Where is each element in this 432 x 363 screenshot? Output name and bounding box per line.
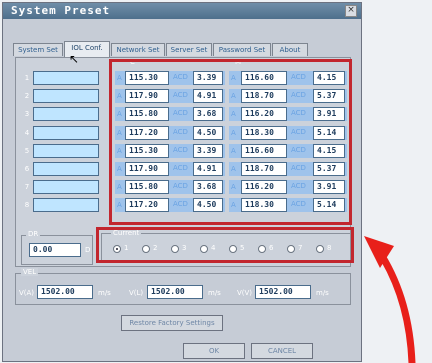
dr-unit: D [85,246,91,254]
lens-name-input[interactable] [33,107,99,121]
mouse-pointer-icon: ↖ [69,52,80,66]
dr-input[interactable]: 0.00 [29,243,81,257]
title-bar: System Preset × [3,3,361,19]
lens-name-input[interactable] [33,144,99,158]
va-input[interactable]: 1502.00 [37,285,93,299]
lens-name-input[interactable] [33,126,99,140]
row-number: 8 [24,201,30,209]
vv-unit: m/s [316,289,329,297]
dr-label: DR [26,230,41,238]
lens-name-input[interactable] [33,162,99,176]
vl-unit: m/s [208,289,221,297]
row-number: 2 [24,92,30,100]
vv-input[interactable]: 1502.00 [255,285,311,299]
system-preset-dialog: System Preset × System Set IOL Conf. Net… [2,2,362,362]
cancel-button[interactable]: CANCEL [251,343,313,359]
vl-label: V(L) [129,289,144,297]
tab-network-set[interactable]: Network Set [111,43,165,56]
tab-system-set[interactable]: System Set [13,43,63,56]
vv-label: V(V) [237,289,253,297]
highlight-box-table [109,59,352,225]
lens-name-input[interactable] [33,89,99,103]
ok-button[interactable]: OK [183,343,245,359]
restore-factory-button[interactable]: Restore Factory Settings [121,315,223,331]
row-number: 6 [24,165,30,173]
annotation-arrow-icon [364,236,416,363]
va-unit: m/s [98,289,111,297]
highlight-box-current [96,227,354,263]
row-number: 5 [24,147,30,155]
row-number: 4 [24,129,30,137]
lens-name-input[interactable] [33,180,99,194]
vel-label: VEL [21,268,39,276]
tab-about[interactable]: About [272,43,308,56]
lens-name-input[interactable] [33,198,99,212]
row-number: 1 [24,74,30,82]
va-label: V(A) [19,289,35,297]
dialog-title: System Preset [11,4,111,17]
row-number: 7 [24,183,30,191]
tab-server-set[interactable]: Server Set [166,43,212,56]
lens-name-input[interactable] [33,71,99,85]
close-icon[interactable]: × [345,5,357,17]
vl-input[interactable]: 1502.00 [147,285,203,299]
row-number: 3 [24,110,30,118]
tab-password-set[interactable]: Password Set [213,43,271,56]
